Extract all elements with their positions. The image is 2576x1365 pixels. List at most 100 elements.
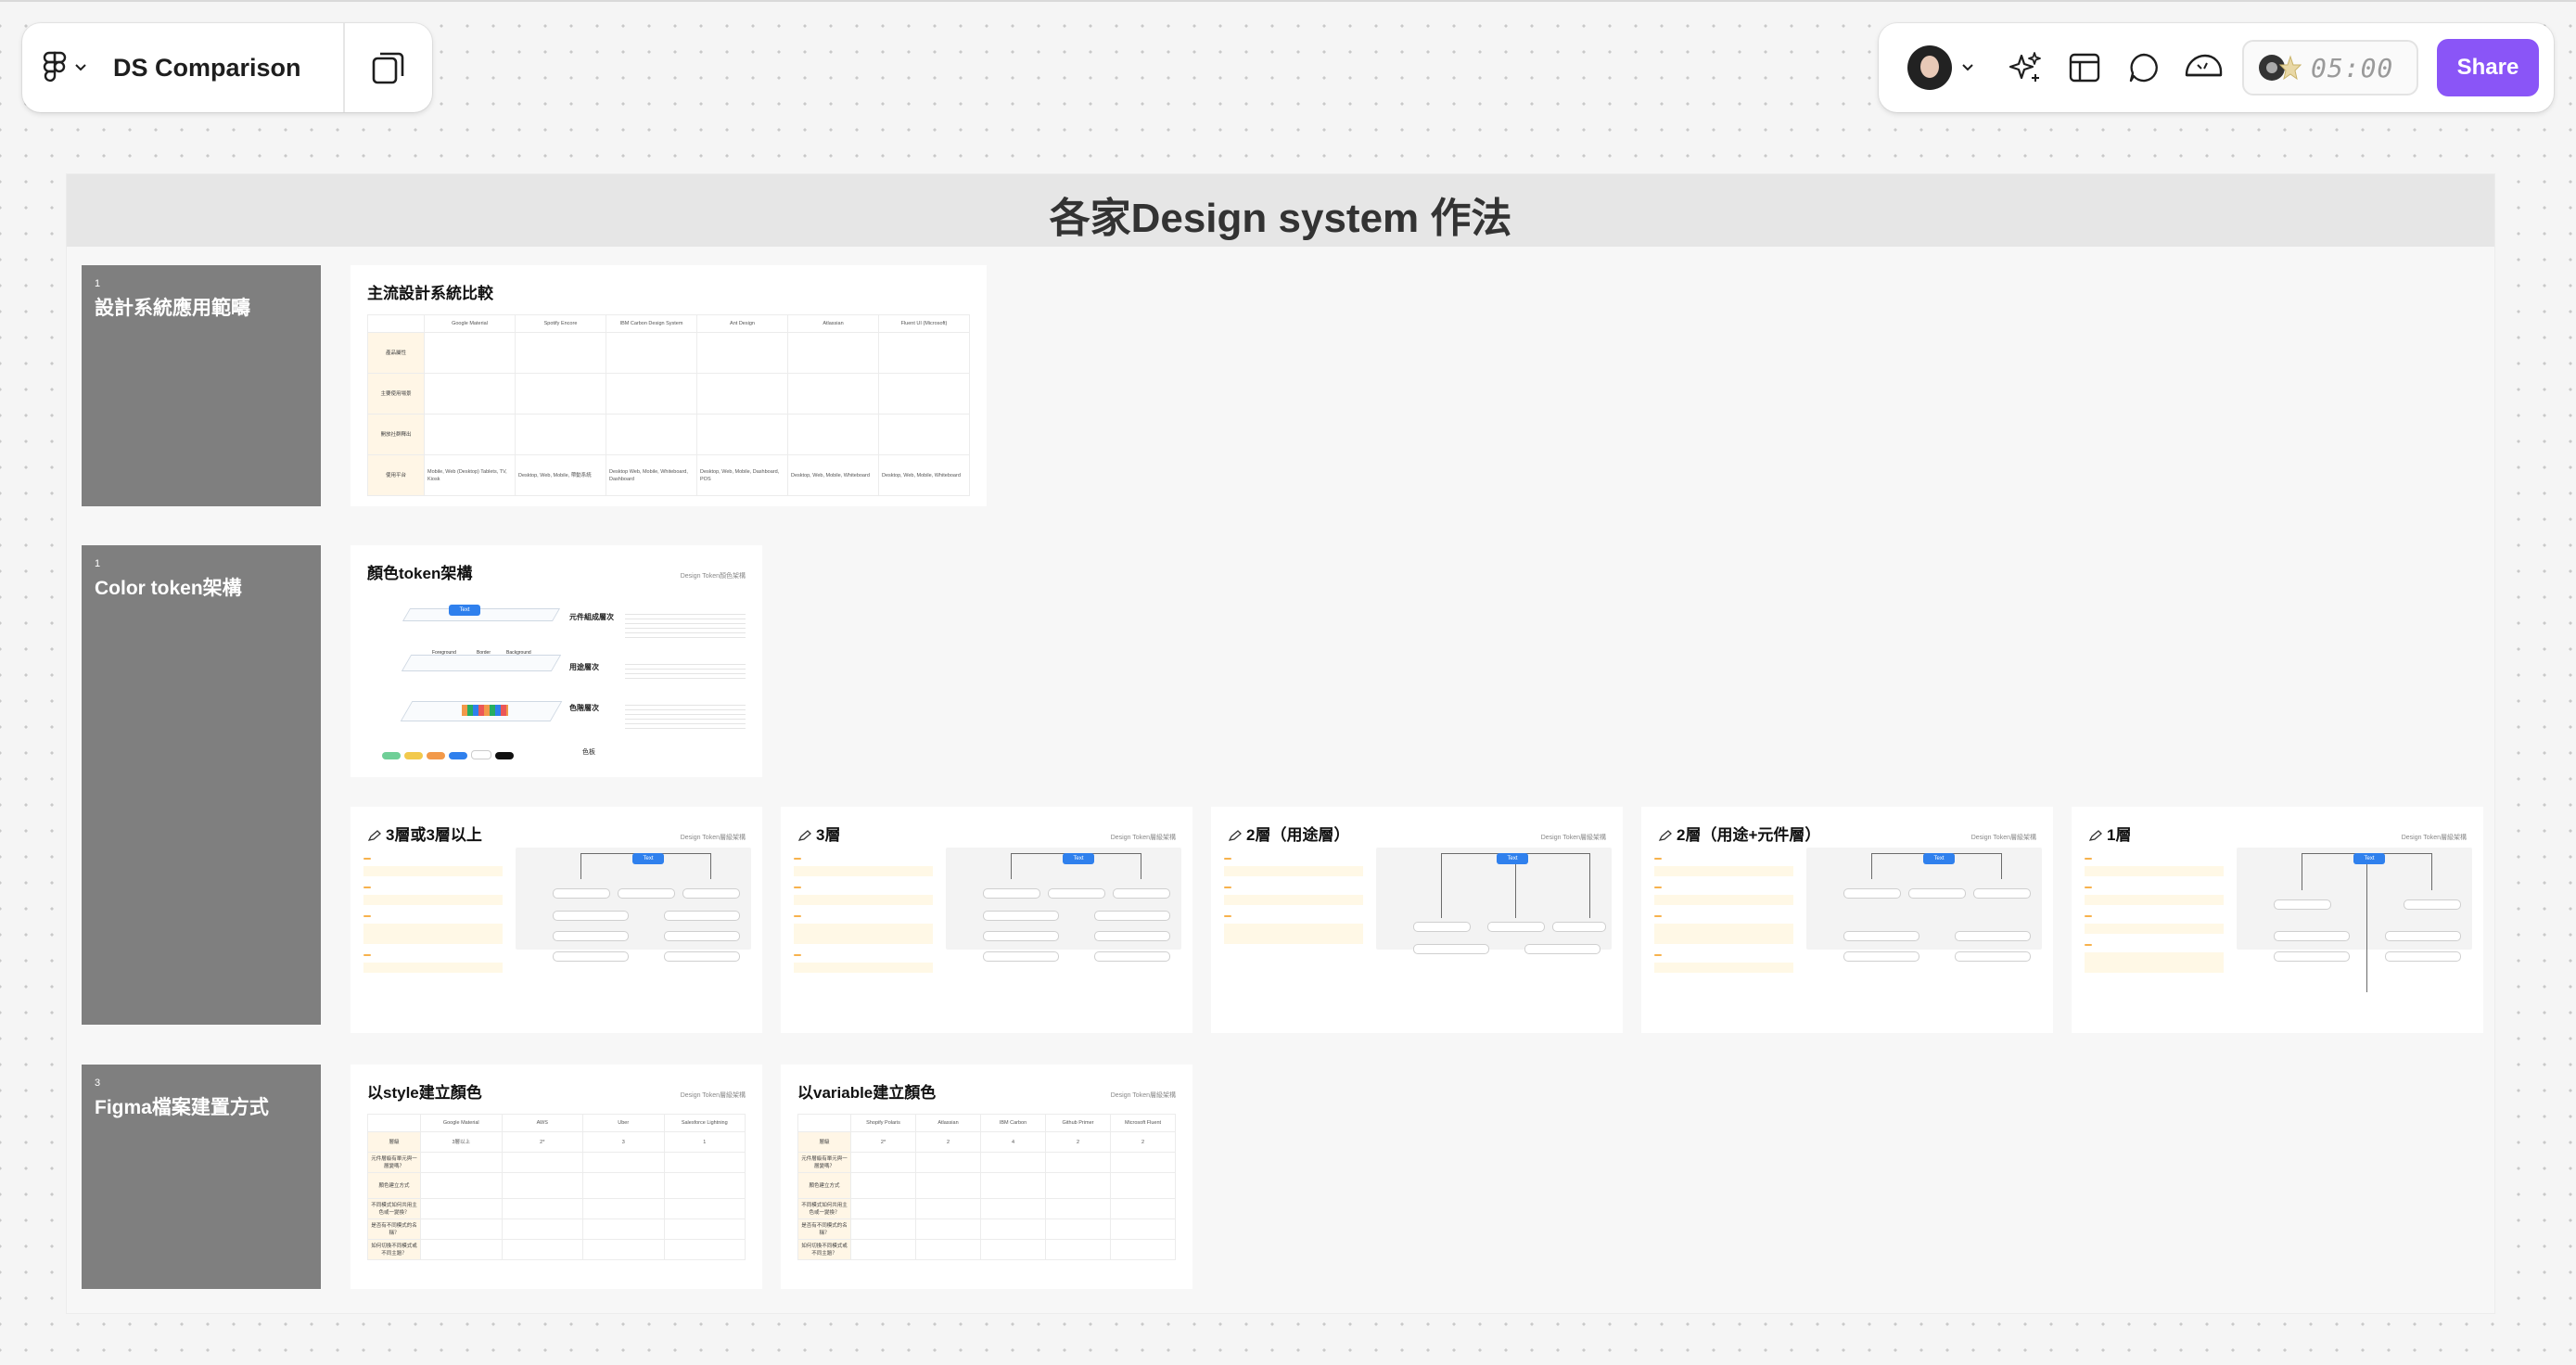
table-row-head: 主要使用場景 xyxy=(367,373,425,415)
note-tag xyxy=(2085,858,2092,860)
note-body xyxy=(2085,895,2224,905)
note-tag xyxy=(363,858,371,860)
style-table: Google Material AWS Uber Salesforce Ligh… xyxy=(367,1114,746,1260)
cursor-chat-icon xyxy=(2185,54,2223,77)
table-header: IBM Carbon Design System xyxy=(606,314,697,333)
chevron-down-icon xyxy=(1962,64,1973,71)
note-body xyxy=(1654,866,1793,876)
note-tag xyxy=(2085,944,2092,946)
card-title-text: 3層 xyxy=(816,826,841,844)
note-body xyxy=(794,924,933,944)
row-label-color-token[interactable]: 1 Color token架構 xyxy=(82,545,321,1025)
style-color-card[interactable]: 以style建立顏色 Design Token層級架構 Google Mater… xyxy=(351,1065,762,1289)
table-cell: 1 xyxy=(663,1131,746,1153)
table-cell: Desktop, Web, Mobile, Dashboard, POS xyxy=(696,454,788,496)
share-button[interactable]: Share xyxy=(2437,39,2539,96)
comparison-table: Google Material Spotify Encore IBM Carbo… xyxy=(367,314,970,496)
note-body xyxy=(1224,895,1363,905)
pages-icon xyxy=(372,52,404,84)
timer-avatars-icon xyxy=(2259,55,2302,81)
note-body xyxy=(2085,866,2224,876)
table-cell: Desktop, Web, Mobile, Whiteboard xyxy=(878,454,970,496)
note-tag xyxy=(2085,887,2092,888)
token-pill xyxy=(618,888,675,899)
cursor-chat-button[interactable] xyxy=(2177,44,2229,92)
timer-button[interactable]: 05:00 xyxy=(2242,40,2418,96)
token-pill xyxy=(2274,899,2331,910)
table-cell: Desktop, Web, Mobile, Whiteboard xyxy=(787,454,879,496)
text-node: Text xyxy=(1497,853,1528,864)
token-pill xyxy=(1524,944,1600,954)
table-header: Google Material xyxy=(424,314,516,333)
pen-icon xyxy=(2088,830,2102,841)
level-card-2-purpose-component[interactable]: 2層（用途+元件層） Design Token層級架構 Text xyxy=(1641,807,2053,1033)
table-row-head: 層級 xyxy=(797,1131,851,1153)
diagram-panel: Text xyxy=(946,848,1181,962)
token-pill xyxy=(1955,951,2031,962)
level-card-2-purpose[interactable]: 2層（用途層） Design Token層級架構 Text xyxy=(1211,807,1623,1033)
token-pill xyxy=(664,931,740,941)
card-meta: Design Token層級架構 xyxy=(680,835,746,841)
table-corner xyxy=(367,314,425,333)
table-row-head: 產品屬性 xyxy=(367,332,425,374)
note-body xyxy=(1224,866,1363,876)
main-menu-button[interactable] xyxy=(22,23,108,112)
card-title-text: 2層（用途+元件層） xyxy=(1677,826,1821,844)
card-title-text: 3層或3層以上 xyxy=(386,826,482,844)
layer-title: 用途層次 xyxy=(569,663,599,671)
level-card-3[interactable]: 3層 Design Token層級架構 Text xyxy=(781,807,1192,1033)
note-body xyxy=(2085,924,2224,934)
layer-notes xyxy=(625,660,746,682)
layer-title: 元件組成層次 xyxy=(569,613,614,621)
table-header: IBM Carbon xyxy=(980,1114,1046,1132)
variable-color-card[interactable]: 以variable建立顏色 Design Token層級架構 Shopify P… xyxy=(781,1065,1192,1289)
level-card-1[interactable]: 1層 Design Token層級架構 Text xyxy=(2072,807,2483,1033)
layer-label: Background xyxy=(506,650,531,656)
table-row-head: 是否有不同模式的名稱？ xyxy=(797,1218,851,1240)
card-title-text: 1層 xyxy=(2107,826,2132,844)
token-pill xyxy=(2274,931,2350,941)
variable-table: Shopify Polaris Atlassian IBM Carbon Git… xyxy=(797,1114,1176,1260)
notes-column xyxy=(363,848,503,973)
card-title-text: 2層（用途層） xyxy=(1246,826,1350,844)
file-name[interactable]: DS Comparison xyxy=(108,54,343,83)
ai-button[interactable] xyxy=(2001,44,2049,92)
pages-button[interactable] xyxy=(345,23,432,112)
pen-icon xyxy=(367,830,381,841)
note-tag xyxy=(363,954,371,956)
token-pill xyxy=(553,888,610,899)
note-body xyxy=(2085,952,2224,973)
comment-button[interactable] xyxy=(2120,44,2168,92)
token-pill xyxy=(2404,899,2461,910)
token-pill xyxy=(1487,922,1545,932)
figma-logo-icon xyxy=(43,51,67,83)
table-row-head: 層級 xyxy=(367,1131,421,1153)
pen-icon xyxy=(1658,830,1672,841)
table-header: Spotify Encore xyxy=(515,314,606,333)
card-meta: Design Token層級架構 xyxy=(1970,835,2036,841)
note-tag xyxy=(2085,915,2092,917)
card-meta: Design Token層級架構 xyxy=(1540,835,1606,841)
table-header: Salesforce Lightning xyxy=(663,1114,746,1132)
note-tag xyxy=(363,887,371,888)
layer-notes xyxy=(625,701,746,729)
level-card-3plus[interactable]: 3層或3層以上 Design Token層級架構 Text xyxy=(351,807,762,1033)
token-architecture-card[interactable]: 顏色token架構 Design Token顏色架構 Text Foregrou… xyxy=(351,545,762,777)
layer-plane xyxy=(401,655,562,671)
comparison-card[interactable]: 主流設計系統比較 Google Material Spotify Encore … xyxy=(351,265,987,506)
token-pill xyxy=(1843,888,1901,899)
layer-title: 色階層次 xyxy=(569,704,599,712)
layout-panel-button[interactable] xyxy=(2060,44,2109,92)
table-cell: 3 xyxy=(582,1131,665,1153)
table-row-head: 如何切換不同模式或不同主題？ xyxy=(367,1239,421,1260)
layer-label: Border xyxy=(477,650,491,656)
diagram-panel: Text xyxy=(1376,848,1612,954)
row-label-scope[interactable]: 1 設計系統應用範疇 xyxy=(82,265,321,506)
table-cell: 2* xyxy=(501,1131,583,1153)
canvas-section[interactable]: 各家Design system 作法 1 設計系統應用範疇 1 Color to… xyxy=(67,174,2494,1313)
table-cell: Mobile, Web (Desktop) Tablets, TV, Kiosk xyxy=(424,454,516,496)
note-body xyxy=(1654,895,1793,905)
table-row-head: 如何切換不同模式或不同主題？ xyxy=(797,1239,851,1260)
row-label-figma-setup[interactable]: 3 Figma檔案建置方式 xyxy=(82,1065,321,1289)
user-menu-button[interactable] xyxy=(1899,44,1983,92)
